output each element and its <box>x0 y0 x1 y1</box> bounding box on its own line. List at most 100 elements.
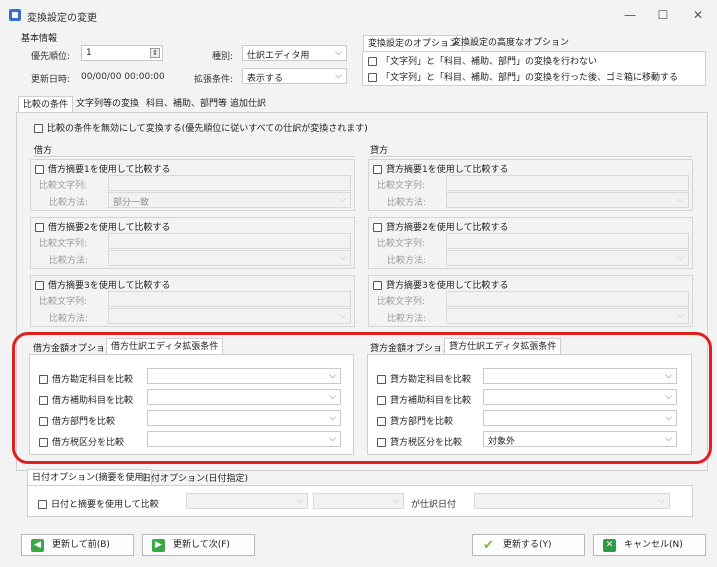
debit-header: 借方 <box>34 146 53 156</box>
credit-header: 貸方 <box>370 146 389 156</box>
tab-advanced-options[interactable]: 変換設定の高度なオプション <box>448 35 573 51</box>
credit-summary2-check[interactable]: 貸方摘要2を使用して比較する <box>373 220 508 233</box>
compare-method-label: 比較方法: <box>387 314 427 324</box>
chevron-down-icon: ⌵ <box>392 496 399 506</box>
chevron-down-icon: ⌵ <box>335 71 342 81</box>
tab-compare-conditions[interactable]: 比較の条件 <box>18 96 74 112</box>
credit-compare-method-1[interactable]: ⌵ <box>446 192 689 208</box>
chevron-down-icon: ⌵ <box>339 311 346 321</box>
credit-summary3-label: 貸方摘要3を使用して比較する <box>386 281 509 291</box>
type-label: 種別: <box>212 52 234 62</box>
ext-label: 拡張条件: <box>194 75 234 85</box>
checkbox[interactable] <box>35 165 44 174</box>
tab-string-convert[interactable]: 文字列等の変換 <box>72 96 143 112</box>
spinner-icon[interactable]: ⇕ <box>150 48 160 58</box>
debit-compare-string-2[interactable] <box>108 233 351 249</box>
type-select[interactable]: 仕訳エディタ用 ⌵ <box>242 45 347 61</box>
credit-compare-method-2[interactable]: ⌵ <box>446 250 689 266</box>
cancel-button[interactable]: ✕ キャンセル(N) <box>593 534 706 556</box>
chevron-down-icon: ⌵ <box>658 496 665 506</box>
option-no-convert-label: 「文字列」と「科目、補助、部門」の変換を行わない <box>381 57 598 67</box>
credit-compare-string-3[interactable] <box>446 291 689 307</box>
credit-summary2-label: 貸方摘要2を使用して比較する <box>386 223 509 233</box>
debit-summary3-label: 借方摘要3を使用して比較する <box>48 281 171 291</box>
type-value: 仕訳エディタ用 <box>247 51 310 61</box>
ext-select[interactable]: 表示する ⌵ <box>242 68 347 84</box>
credit-summary1-check[interactable]: 貸方摘要1を使用して比較する <box>373 162 508 175</box>
date-select-3[interactable]: ⌵ <box>474 493 670 509</box>
update-button[interactable]: ✔ 更新する(Y) <box>472 534 585 556</box>
minimize-button[interactable]: — <box>620 8 640 22</box>
compare-string-label: 比較文字列: <box>39 297 88 307</box>
chevron-down-icon: ⌵ <box>677 195 684 205</box>
divider <box>34 156 354 157</box>
debit-compare-string-3[interactable] <box>108 291 351 307</box>
close-button[interactable]: ✕ <box>688 8 708 22</box>
update-next-button[interactable]: ▶ 更新して次(F) <box>142 534 255 556</box>
compare-method-label: 比較方法: <box>387 256 427 266</box>
compare-method-label: 比較方法: <box>387 198 427 208</box>
compare-string-label: 比較文字列: <box>39 239 88 249</box>
debit-compare-method-3[interactable]: ⌵ <box>108 308 351 324</box>
credit-compare-string-1[interactable] <box>446 175 689 191</box>
tab-additional-entry[interactable]: 追加仕訳 <box>226 96 270 112</box>
compare-string-label: 比較文字列: <box>377 181 426 191</box>
update-next-label: 更新して次(F) <box>173 540 230 550</box>
arrow-left-icon: ◀ <box>31 539 44 552</box>
divider <box>370 156 692 157</box>
compare-string-label: 比較文字列: <box>377 297 426 307</box>
arrow-right-icon: ▶ <box>152 539 165 552</box>
debit-summary3-check[interactable]: 借方摘要3を使用して比較する <box>35 278 170 291</box>
option-no-convert[interactable]: 「文字列」と「科目、補助、部門」の変換を行わない <box>368 54 597 67</box>
credit-compare-string-2[interactable] <box>446 233 689 249</box>
window-title: 変換設定の変更 <box>27 13 97 24</box>
chevron-down-icon: ⌵ <box>296 496 303 506</box>
credit-compare-method-3[interactable]: ⌵ <box>446 308 689 324</box>
compare-string-label: 比較文字列: <box>39 181 88 191</box>
checkbox[interactable] <box>373 281 382 290</box>
debit-summary1-label: 借方摘要1を使用して比較する <box>48 165 171 175</box>
option-move-trash-label: 「文字列」と「科目、補助、部門」の変換を行った後、ゴミ箱に移動する <box>381 73 679 83</box>
debit-compare-string-1[interactable] <box>108 175 351 191</box>
checkbox[interactable] <box>38 500 47 509</box>
chevron-down-icon: ⌵ <box>339 195 346 205</box>
highlight-outline <box>12 332 712 464</box>
date-suffix-label: が仕訳日付 <box>411 500 457 510</box>
tab-account-etc[interactable]: 科目、補助、部門等 <box>142 96 231 112</box>
checkbox[interactable] <box>368 57 377 66</box>
basic-group-label: 基本情報 <box>21 34 58 44</box>
disable-compare-check[interactable]: 比較の条件を無効にして変換する(優先順位に従いすべての仕訳が変換されます) <box>34 121 368 134</box>
debit-summary1-check[interactable]: 借方摘要1を使用して比較する <box>35 162 170 175</box>
debit-compare-method-1-value: 部分一致 <box>113 198 150 208</box>
checkbox[interactable] <box>373 165 382 174</box>
date-select-2[interactable]: ⌵ <box>313 493 404 509</box>
checkbox[interactable] <box>368 73 377 82</box>
debit-summary2-check[interactable]: 借方摘要2を使用して比較する <box>35 220 170 233</box>
check-icon: ✔ <box>483 538 494 553</box>
checkbox[interactable] <box>34 124 43 133</box>
update-prev-button[interactable]: ◀ 更新して前(B) <box>21 534 134 556</box>
disable-compare-label: 比較の条件を無効にして変換する(優先順位に従いすべての仕訳が変換されます) <box>47 124 368 134</box>
checkbox[interactable] <box>373 223 382 232</box>
date-select-1[interactable]: ⌵ <box>186 493 308 509</box>
ext-value: 表示する <box>247 74 284 84</box>
priority-label: 優先順位: <box>31 52 71 62</box>
chevron-down-icon: ⌵ <box>677 253 684 263</box>
option-move-trash[interactable]: 「文字列」と「科目、補助、部門」の変換を行った後、ゴミ箱に移動する <box>368 70 678 83</box>
cancel-label: キャンセル(N) <box>624 540 683 550</box>
compare-method-label: 比較方法: <box>49 198 89 208</box>
checkbox[interactable] <box>35 223 44 232</box>
priority-input[interactable]: 1 ⇕ <box>81 45 163 61</box>
checkbox[interactable] <box>35 281 44 290</box>
maximize-button[interactable]: ☐ <box>653 8 673 22</box>
close-icon: ✕ <box>603 539 616 552</box>
update-prev-label: 更新して前(B) <box>52 540 110 550</box>
debit-compare-method-2[interactable]: ⌵ <box>108 250 351 266</box>
date-summary-label: 日付と摘要を使用して比較 <box>51 500 159 510</box>
title-bar <box>0 0 717 30</box>
debit-compare-method-1[interactable]: 部分一致 ⌵ <box>108 192 351 208</box>
updated-label: 更新日時: <box>31 75 71 85</box>
credit-summary3-check[interactable]: 貸方摘要3を使用して比較する <box>373 278 508 291</box>
date-summary-check[interactable]: 日付と摘要を使用して比較 <box>38 497 159 510</box>
tab-date-summary[interactable]: 日付オプション(摘要を使用) <box>27 469 153 485</box>
